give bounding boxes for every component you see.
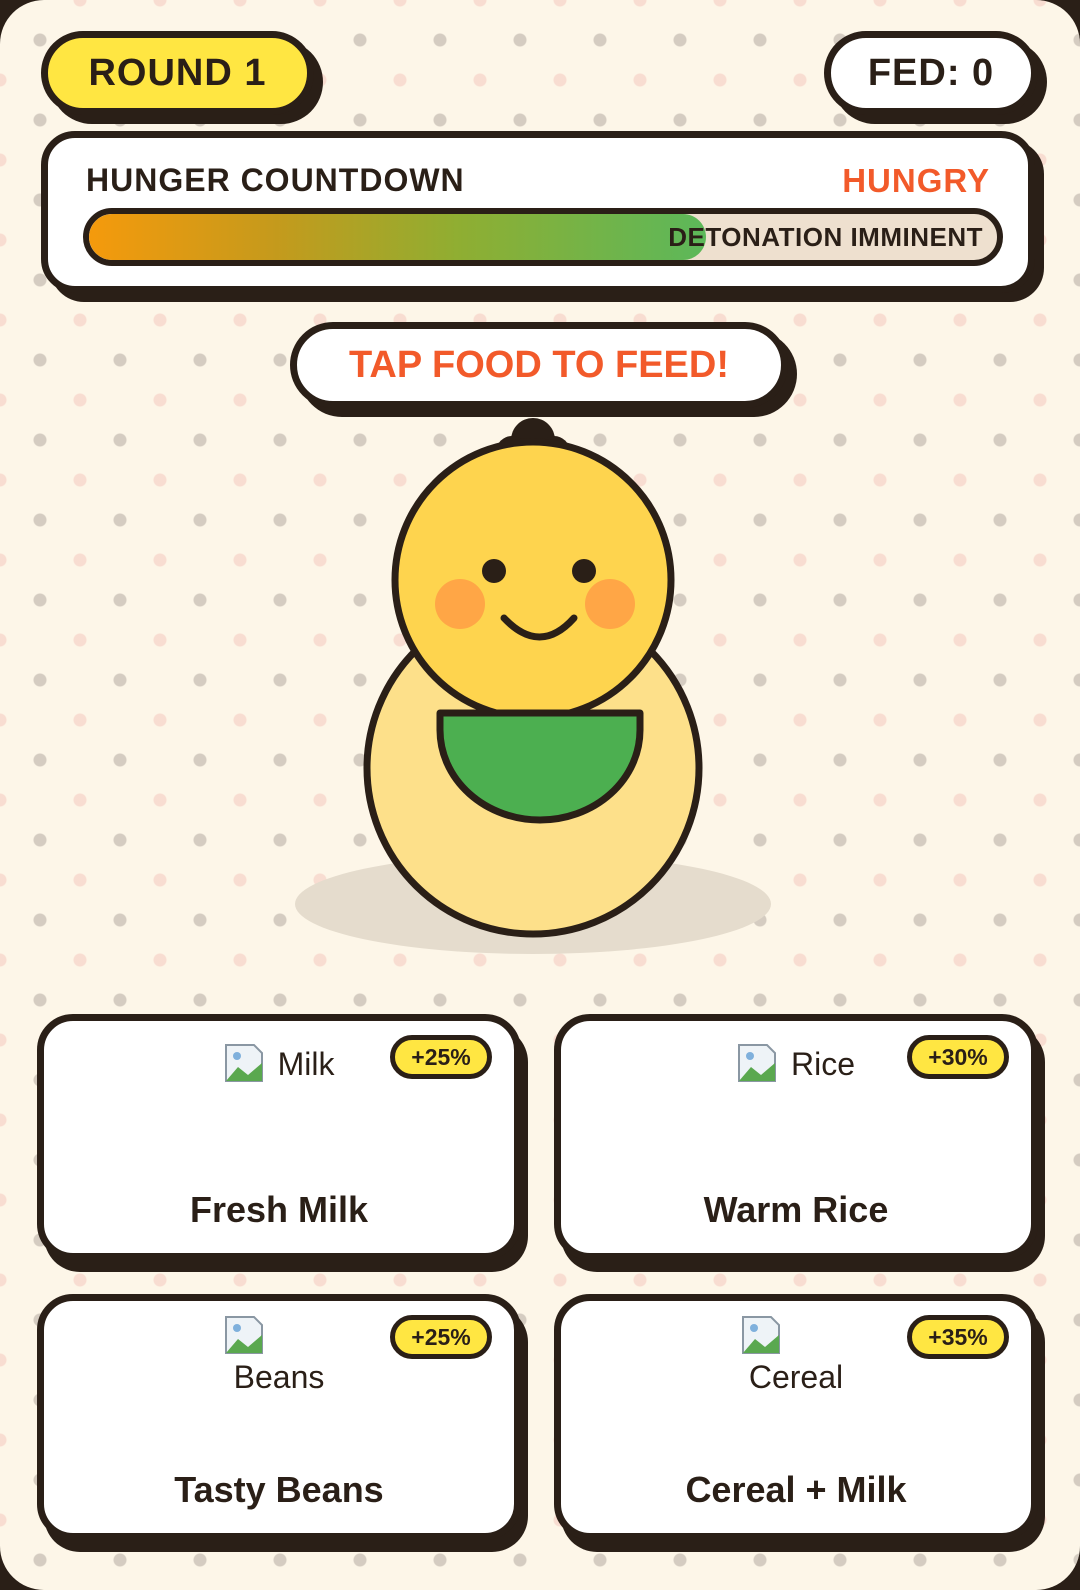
food-card-beans[interactable]: Beans +25% Tasty Beans bbox=[37, 1294, 521, 1540]
food-badge: +30% bbox=[907, 1035, 1009, 1079]
game-frame: ROUND 1 FED: 0 HUNGER COUNTDOWN HUNGRY D… bbox=[0, 0, 1080, 1590]
round-indicator: ROUND 1 bbox=[41, 31, 314, 115]
baby-cheek-right bbox=[585, 579, 635, 629]
food-card-milk[interactable]: Milk +25% Fresh Milk bbox=[37, 1014, 521, 1260]
baby-eye-left bbox=[482, 559, 506, 583]
food-name: Cereal + Milk bbox=[685, 1469, 907, 1510]
food-name: Tasty Beans bbox=[174, 1469, 384, 1510]
hunger-bar-fill bbox=[89, 214, 707, 260]
food-image-alt: Beans bbox=[233, 1359, 325, 1395]
broken-image-icon bbox=[224, 1044, 263, 1082]
food-image-alt: Cereal bbox=[748, 1359, 844, 1395]
baby-character[interactable] bbox=[290, 410, 790, 970]
food-badge: +25% bbox=[390, 1315, 492, 1359]
broken-image-icon bbox=[737, 1044, 776, 1082]
broken-image-icon bbox=[742, 1316, 780, 1354]
food-badge: +25% bbox=[390, 1035, 492, 1079]
food-name: Warm Rice bbox=[703, 1189, 889, 1230]
food-card-rice[interactable]: Rice +30% Warm Rice bbox=[554, 1014, 1038, 1260]
food-image-alt: Rice bbox=[790, 1046, 855, 1082]
baby-cheek-left bbox=[435, 579, 485, 629]
hunger-bar-label: DETONATION IMMINENT bbox=[668, 222, 983, 252]
hunger-panel: HUNGER COUNTDOWN HUNGRY DETONATION IMMIN… bbox=[41, 131, 1035, 293]
hunger-title: HUNGER COUNTDOWN bbox=[86, 162, 465, 198]
feed-prompt: TAP FOOD TO FEED! bbox=[290, 322, 788, 408]
baby-head bbox=[391, 438, 675, 722]
broken-image-icon bbox=[225, 1316, 263, 1354]
hunger-status: HUNGRY bbox=[842, 162, 990, 199]
fed-counter: FED: 0 bbox=[824, 31, 1038, 115]
hunger-bar: DETONATION IMMINENT bbox=[83, 208, 1003, 266]
food-card-cereal[interactable]: Cereal +35% Cereal + Milk bbox=[554, 1294, 1038, 1540]
food-badge: +35% bbox=[907, 1315, 1009, 1359]
baby-eye-right bbox=[572, 559, 596, 583]
food-name: Fresh Milk bbox=[189, 1189, 369, 1230]
food-image-alt: Milk bbox=[277, 1046, 335, 1082]
